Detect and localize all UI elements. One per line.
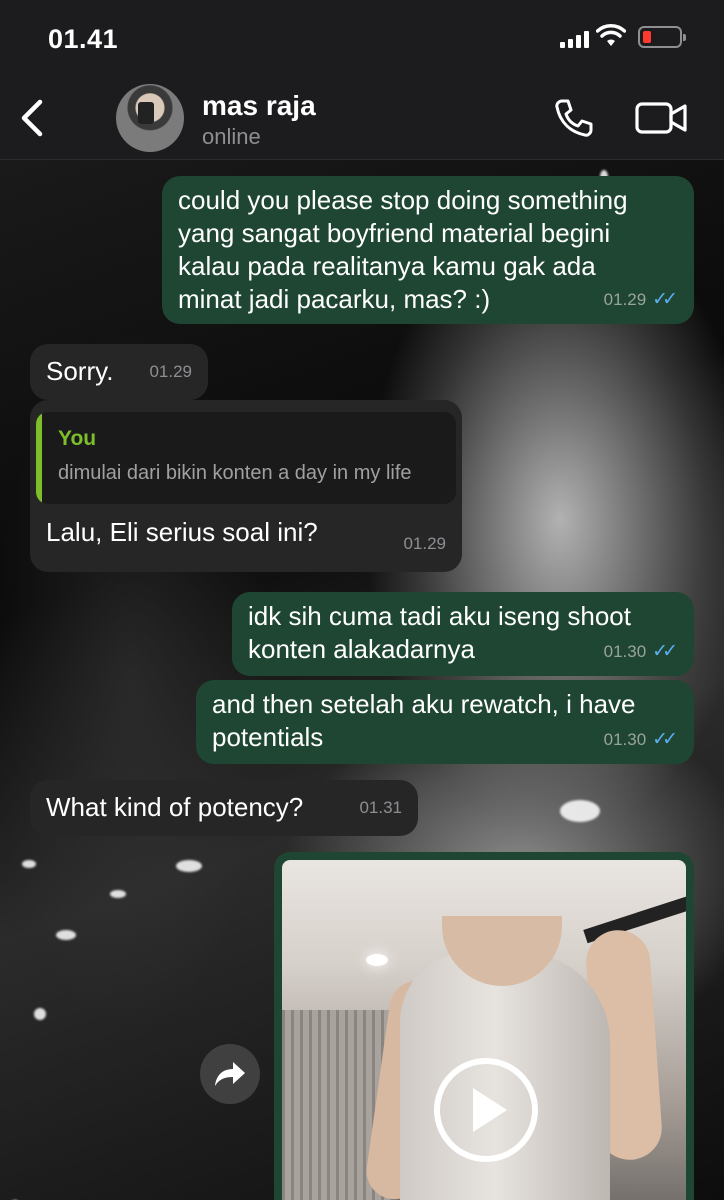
video-message-thumbnail[interactable]: [274, 852, 694, 1200]
wifi-icon: [596, 24, 626, 46]
double-check-icon: ✓✓: [652, 729, 678, 750]
message-meta: 01.29 ✓✓: [604, 283, 678, 316]
message-meta: 01.29: [149, 355, 192, 388]
status-time: 01.41: [48, 24, 119, 54]
double-check-icon: ✓✓: [652, 641, 678, 662]
contact-status: online: [202, 124, 261, 149]
phone-icon[interactable]: [552, 96, 596, 140]
message-text: What kind of potency?: [46, 792, 304, 822]
quoted-reply[interactable]: You dimulai dari bikin konten a day in m…: [36, 412, 456, 504]
message-bubble-outgoing[interactable]: and then setelah aku rewatch, i have pot…: [196, 680, 694, 764]
message-text: and then setelah aku rewatch, i have: [212, 689, 636, 719]
double-check-icon: ✓✓: [652, 289, 678, 310]
message-bubble-incoming[interactable]: Sorry. 01.29: [30, 344, 208, 400]
message-time: 01.29: [149, 362, 192, 381]
message-meta: 01.31: [359, 791, 402, 824]
quoted-author: You: [58, 427, 97, 450]
message-text: yang sangat boyfriend material begini: [178, 218, 611, 248]
battery-icon: [638, 26, 686, 48]
top-bar: 01.41 mas raja online: [0, 0, 724, 160]
message-meta: 01.30 ✓✓: [604, 723, 678, 756]
message-time: 01.30: [603, 730, 647, 749]
cellular-signal-icon: [560, 30, 589, 48]
message-text: kalau pada realitanya kamu gak ada: [178, 251, 596, 281]
message-time: 01.30: [603, 642, 647, 661]
message-text: Lalu, Eli serius soal ini?: [46, 517, 318, 547]
message-text: could you please stop doing something: [178, 185, 628, 215]
contact-name[interactable]: mas raja: [202, 90, 316, 122]
message-time: 01.31: [359, 798, 402, 817]
contact-avatar[interactable]: [116, 84, 184, 152]
message-meta: 01.29: [403, 527, 446, 560]
forward-share-icon[interactable]: [200, 1044, 260, 1104]
message-bubble-incoming[interactable]: You dimulai dari bikin konten a day in m…: [30, 400, 462, 572]
message-time: 01.29: [403, 534, 446, 553]
back-chevron-icon[interactable]: [14, 96, 50, 140]
video-camera-icon[interactable]: [634, 100, 688, 136]
message-meta: 01.30 ✓✓: [604, 635, 678, 668]
play-icon[interactable]: [434, 1058, 538, 1162]
message-list[interactable]: could you please stop doing something ya…: [0, 160, 724, 1200]
message-bubble-incoming[interactable]: What kind of potency? 01.31: [30, 780, 418, 836]
message-time: 01.29: [603, 290, 647, 309]
message-bubble-outgoing[interactable]: idk sih cuma tadi aku iseng shoot konten…: [232, 592, 694, 676]
message-bubble-outgoing[interactable]: could you please stop doing something ya…: [162, 176, 694, 324]
quoted-text: dimulai dari bikin konten a day in my li…: [58, 462, 412, 484]
message-text: idk sih cuma tadi aku iseng shoot: [248, 601, 631, 631]
